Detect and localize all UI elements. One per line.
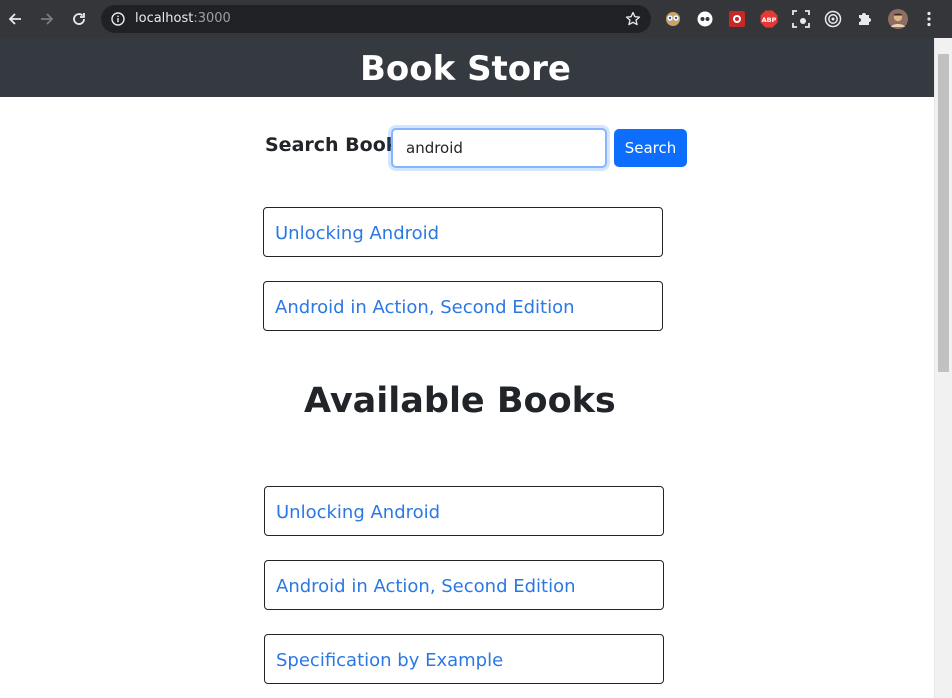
book-link[interactable]: Android in Action, Second Edition bbox=[275, 297, 575, 318]
search-result-item: Unlocking Android bbox=[263, 207, 663, 257]
reload-icon bbox=[73, 13, 85, 25]
book-list-item: Android in Action, Second Edition bbox=[264, 560, 664, 610]
arrow-right-icon bbox=[41, 13, 54, 25]
url-port: :3000 bbox=[193, 11, 231, 26]
browser-toolbar: localhost:3000 ABP bbox=[0, 0, 952, 38]
book-link[interactable]: Unlocking Android bbox=[276, 502, 440, 523]
info-icon[interactable] bbox=[111, 12, 125, 26]
arrow-left-icon bbox=[8, 13, 21, 25]
page-content: Book Store Search Book Search Unlocking … bbox=[0, 38, 934, 698]
profile-avatar-icon[interactable] bbox=[888, 9, 908, 29]
app-header: Book Store bbox=[0, 38, 934, 97]
eyes-extension-icon[interactable] bbox=[664, 10, 682, 28]
reload-button[interactable] bbox=[68, 8, 90, 30]
address-bar[interactable]: localhost:3000 bbox=[101, 5, 651, 33]
search-input[interactable] bbox=[391, 128, 607, 168]
url-text: localhost:3000 bbox=[135, 11, 231, 26]
forward-button[interactable] bbox=[36, 8, 58, 30]
search-button[interactable]: Search bbox=[614, 129, 687, 167]
vertical-scrollbar[interactable] bbox=[934, 38, 952, 698]
dark-reader-icon[interactable] bbox=[696, 10, 714, 28]
url-host: localhost bbox=[135, 11, 194, 26]
search-label: Search Book bbox=[265, 134, 399, 156]
book-link[interactable]: Android in Action, Second Edition bbox=[276, 576, 576, 597]
book-link[interactable]: Unlocking Android bbox=[275, 223, 439, 244]
app-title: Book Store bbox=[359, 48, 571, 89]
available-books-heading: Available Books bbox=[304, 381, 616, 421]
shield-extension-icon[interactable] bbox=[728, 10, 746, 28]
target-icon[interactable] bbox=[824, 10, 842, 28]
search-result-item: Android in Action, Second Edition bbox=[263, 281, 663, 331]
book-list-item: Specification by Example bbox=[264, 634, 664, 684]
book-list-item: Unlocking Android bbox=[264, 486, 664, 536]
scrollbar-thumb[interactable] bbox=[938, 54, 949, 372]
puzzle-icon[interactable] bbox=[856, 10, 874, 28]
menu-dots-icon[interactable] bbox=[920, 10, 938, 28]
book-link[interactable]: Specification by Example bbox=[276, 650, 503, 671]
screenshot-icon[interactable] bbox=[792, 10, 810, 28]
back-button[interactable] bbox=[4, 8, 26, 30]
bookmark-star-icon[interactable] bbox=[625, 11, 641, 27]
adblock-plus-icon[interactable]: ABP bbox=[760, 10, 778, 28]
svg-text:ABP: ABP bbox=[762, 16, 777, 24]
